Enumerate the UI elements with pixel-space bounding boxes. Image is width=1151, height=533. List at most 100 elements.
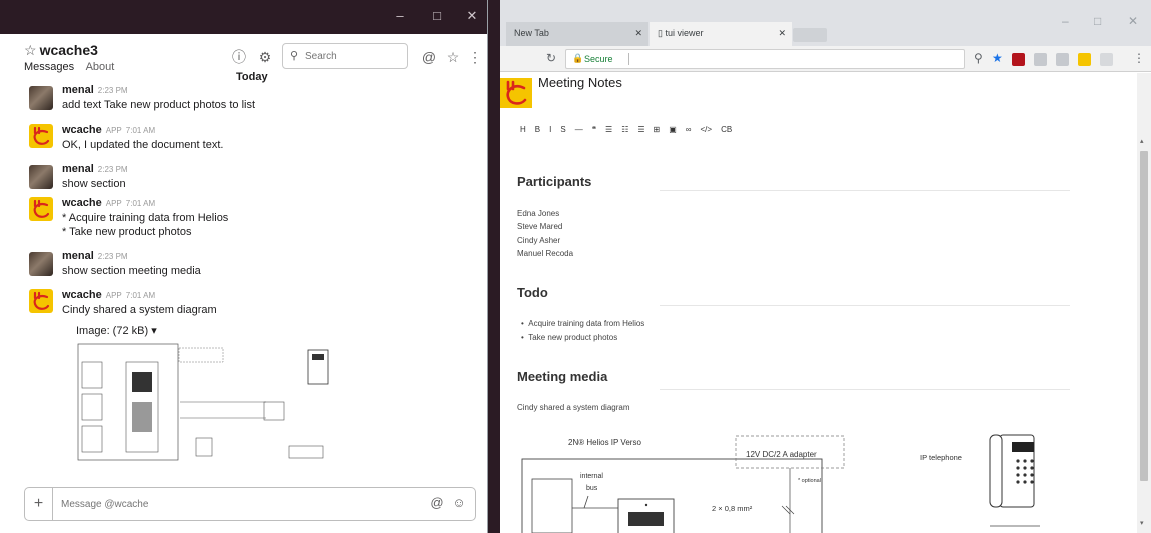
message-composer[interactable]: + @ ☺	[24, 487, 476, 521]
quote-button[interactable]: ❝	[592, 125, 596, 134]
extension-icon[interactable]	[1034, 53, 1047, 66]
message-list: menal 2:23 PM add text Take new product p…	[0, 84, 487, 479]
app-badge: APP	[105, 126, 122, 135]
timestamp[interactable]: 7:01 AM	[126, 199, 155, 208]
todo-item-text: Acquire training data from Helios	[528, 319, 645, 328]
mention-icon[interactable]: @	[429, 495, 445, 511]
todo-item: • Take new product photos	[521, 333, 618, 342]
bookmark-star-icon[interactable]: ★	[992, 51, 1003, 65]
heading-button[interactable]: H	[520, 125, 526, 134]
italic-button[interactable]: I	[549, 125, 551, 134]
image-attachment-label[interactable]: Image: (72 kB) ▾	[76, 324, 157, 337]
ol-button[interactable]: ☷	[621, 125, 628, 134]
cast-icon[interactable]	[1056, 53, 1069, 66]
code-button[interactable]: </>	[701, 125, 713, 134]
editor-toolbar: H B I S — ❝ ☰ ☷ ☰ ⊞ ▣ ∞ </> CB	[520, 125, 741, 134]
address-bar[interactable]: 🔒 Secure	[565, 49, 965, 69]
scroll-up-icon[interactable]: ▴	[1140, 137, 1144, 145]
message-author-line: wcache APP 7:01 AM	[62, 124, 155, 136]
avatar[interactable]	[29, 165, 53, 189]
timestamp[interactable]: 2:23 PM	[98, 252, 128, 261]
scroll-down-icon[interactable]: ▾	[1140, 519, 1144, 527]
scrollbar-thumb[interactable]	[1140, 151, 1148, 481]
menu-icon[interactable]: ⋮	[1133, 51, 1145, 65]
page-scrollbar[interactable]: ▴ ▾	[1137, 73, 1151, 533]
day-divider: Today	[236, 71, 268, 83]
message-text: * Take new product photos	[62, 226, 192, 238]
message-author-line: wcache APP 7:01 AM	[62, 197, 155, 209]
divider	[660, 389, 1070, 390]
close-icon[interactable]: ✕	[464, 8, 480, 24]
close-icon[interactable]: ✕	[1128, 14, 1138, 28]
codeblock-button[interactable]: CB	[721, 125, 732, 134]
hr-button[interactable]: —	[575, 125, 583, 134]
timestamp[interactable]: 7:01 AM	[126, 291, 155, 300]
author-name[interactable]: wcache	[62, 197, 102, 209]
search-icon[interactable]: ⚲	[974, 51, 983, 65]
media-text: Cindy shared a system diagram	[517, 403, 630, 412]
more-icon[interactable]: ⋮	[466, 48, 484, 66]
participants-heading: Participants	[517, 174, 592, 189]
diagram-phone-label: IP telephone	[920, 453, 962, 462]
author-name[interactable]: menal	[62, 163, 94, 175]
link-button[interactable]: ∞	[686, 125, 692, 134]
emoji-icon[interactable]: ☺	[451, 495, 467, 511]
strike-button[interactable]: S	[560, 125, 565, 134]
message-text: show section	[62, 178, 126, 190]
wcache-extension-icon[interactable]	[1078, 53, 1091, 66]
close-tab-icon[interactable]: ✕	[634, 28, 642, 39]
message-author-line: wcache APP 7:01 AM	[62, 289, 155, 301]
minimize-icon[interactable]: –	[1062, 14, 1069, 28]
system-diagram-thumbnail[interactable]	[76, 342, 340, 468]
tab-strip: New Tab ✕ ▯ tui viewer ✕ – □ ✕	[500, 0, 1151, 46]
task-button[interactable]: ☰	[637, 125, 644, 134]
bot-avatar[interactable]	[29, 197, 53, 221]
tab-messages[interactable]: Messages	[24, 61, 74, 73]
maximize-icon[interactable]: □	[1094, 14, 1101, 28]
timestamp[interactable]: 2:23 PM	[98, 165, 128, 174]
bot-avatar[interactable]	[29, 124, 53, 148]
slack-titlebar: – □ ✕	[0, 0, 487, 34]
mention-icon[interactable]: @	[420, 48, 438, 66]
info-icon[interactable]: ⓘ	[230, 48, 248, 66]
avatar[interactable]	[29, 86, 53, 110]
star-icon[interactable]: ☆	[24, 42, 37, 58]
toolbar: ↻ 🔒 Secure ⚲ ★	[500, 46, 1151, 72]
message-text: show section meeting media	[62, 265, 201, 277]
gear-icon[interactable]: ⚙	[256, 48, 274, 66]
attach-plus-icon[interactable]: +	[25, 488, 53, 520]
search-box[interactable]: ⚲	[282, 43, 408, 69]
browser-tab[interactable]: New Tab ✕	[506, 22, 648, 46]
bold-button[interactable]: B	[535, 125, 540, 134]
participant-name: Manuel Recoda	[517, 249, 574, 258]
message-text: OK, I updated the document text.	[62, 139, 224, 151]
image-button[interactable]: ▣	[669, 125, 677, 134]
author-name[interactable]: wcache	[62, 124, 102, 136]
diagram-bus-label: internal	[580, 473, 603, 480]
timestamp[interactable]: 2:23 PM	[98, 86, 128, 95]
table-button[interactable]: ⊞	[654, 125, 661, 134]
avatar[interactable]	[29, 252, 53, 276]
author-name[interactable]: menal	[62, 84, 94, 96]
timestamp[interactable]: 7:01 AM	[126, 126, 155, 135]
minimize-icon[interactable]: –	[392, 8, 408, 24]
new-tab-button[interactable]	[793, 28, 827, 42]
author-name[interactable]: wcache	[62, 289, 102, 301]
search-input[interactable]	[305, 48, 403, 64]
maximize-icon[interactable]: □	[429, 8, 445, 24]
pdf-extension-icon[interactable]	[1012, 53, 1025, 66]
author-name[interactable]: menal	[62, 250, 94, 262]
bot-avatar[interactable]	[29, 289, 53, 313]
close-tab-icon[interactable]: ✕	[778, 28, 786, 39]
divider	[660, 190, 1070, 191]
extension-icon[interactable]	[1100, 53, 1113, 66]
ul-button[interactable]: ☰	[605, 125, 612, 134]
star-outline-icon[interactable]: ☆	[444, 48, 462, 66]
app-badge: APP	[105, 291, 122, 300]
divider	[628, 53, 629, 65]
message-input[interactable]	[61, 496, 401, 512]
page-content: Meeting Notes H B I S — ❝ ☰ ☷ ☰ ⊞ ▣ ∞ </> CB Particip…	[500, 73, 1151, 533]
reload-icon[interactable]: ↻	[546, 51, 556, 65]
tab-about[interactable]: About	[86, 61, 115, 73]
browser-tab-active[interactable]: ▯ tui viewer ✕	[650, 22, 792, 46]
